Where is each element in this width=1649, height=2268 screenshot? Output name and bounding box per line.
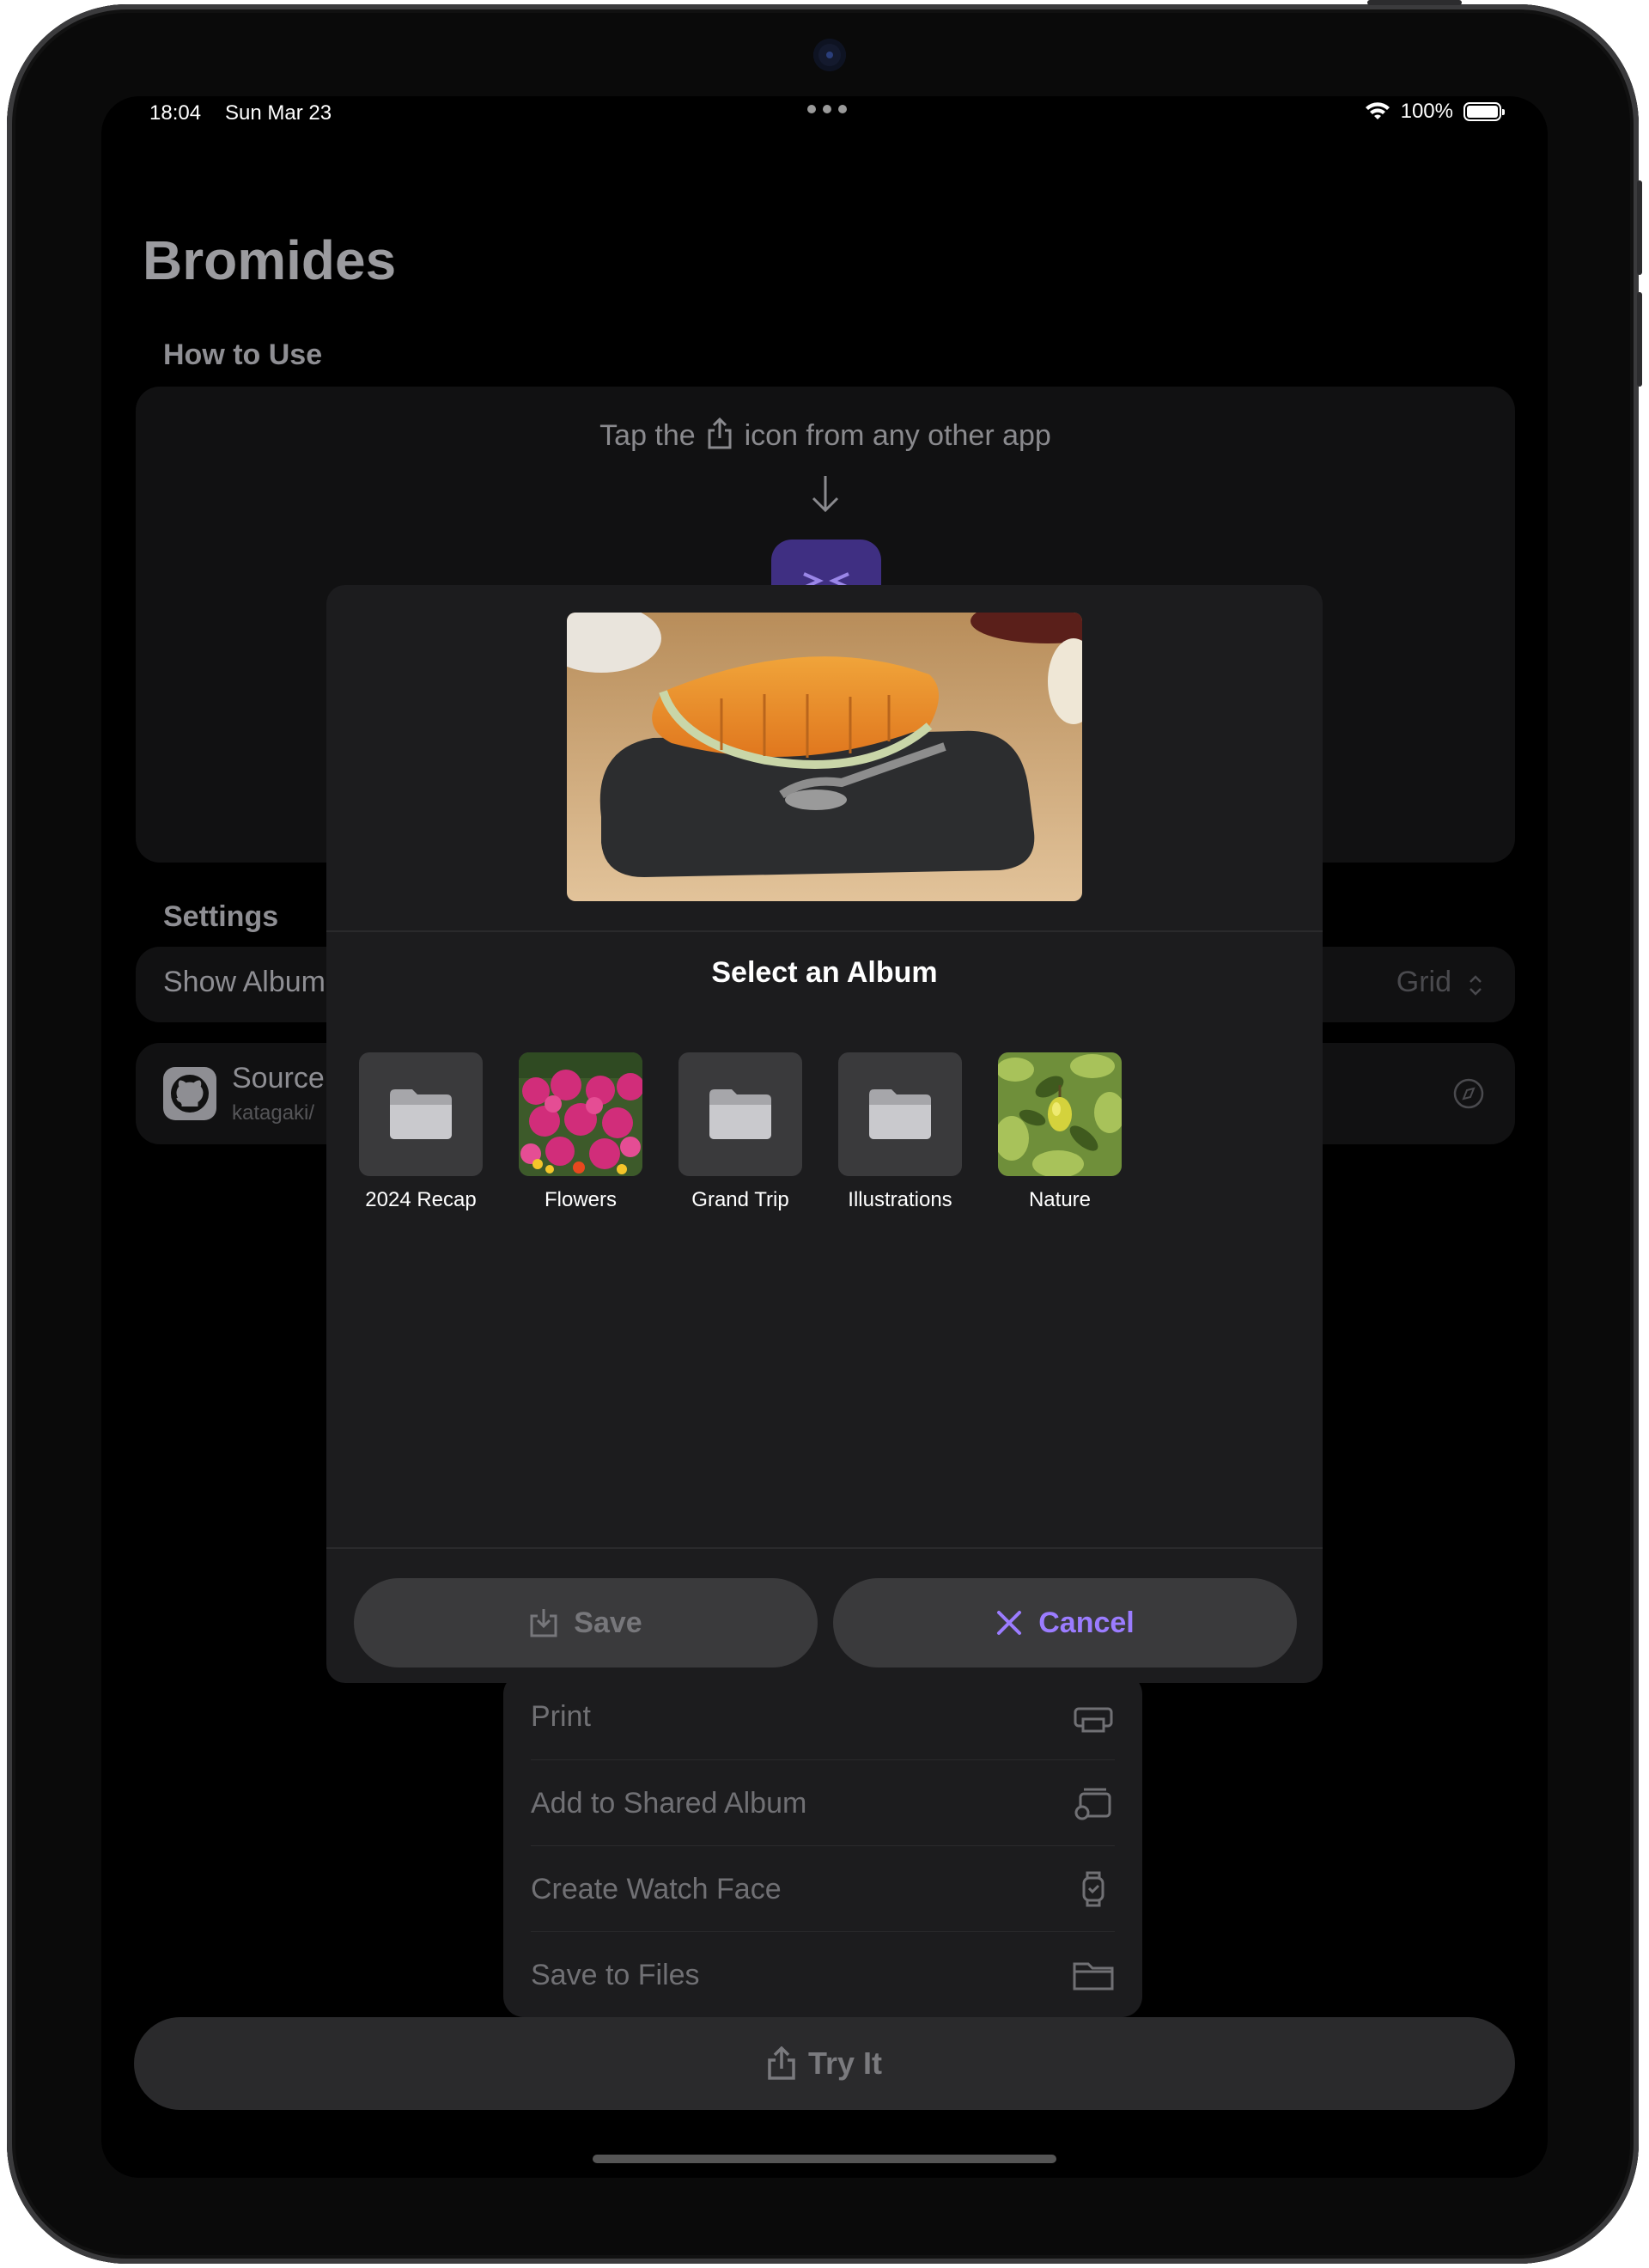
cancel-button[interactable]: Cancel xyxy=(833,1578,1297,1667)
page-title: Bromides xyxy=(143,229,397,291)
instruction-suffix: icon from any other app xyxy=(744,419,1051,452)
album-thumb xyxy=(838,1052,962,1176)
album-grid: 2024 Recap Flowers Grand Trip Illustrati… xyxy=(359,1052,1122,1212)
nature-photo xyxy=(998,1052,1122,1176)
github-icon xyxy=(163,1067,216,1120)
front-camera xyxy=(813,39,846,71)
share-item-add-shared-album[interactable]: Add to Shared Album xyxy=(531,1759,1115,1846)
top-button xyxy=(1367,0,1462,5)
instruction-prefix: Tap the xyxy=(599,419,696,452)
arrow-down-icon xyxy=(812,476,839,513)
show-album-label: Show Album xyxy=(163,966,326,998)
select-album-modal: Select an Album 2024 Recap Flowers Grand… xyxy=(326,585,1323,1683)
save-icon xyxy=(530,1609,557,1637)
settings-heading: Settings xyxy=(163,900,279,933)
album-name: Nature xyxy=(1028,1188,1092,1211)
share-item-print[interactable]: Print xyxy=(531,1674,1115,1759)
album-item-2024-recap[interactable]: 2024 Recap xyxy=(359,1052,483,1212)
folder-icon xyxy=(390,1089,452,1139)
melon-photo xyxy=(567,613,1082,901)
album-name: Grand Trip xyxy=(691,1188,789,1211)
show-album-value: Grid xyxy=(1396,966,1451,998)
share-item-label: Print xyxy=(531,1699,591,1733)
close-icon xyxy=(997,1611,1022,1635)
folder-icon xyxy=(869,1089,931,1139)
album-item-nature[interactable]: Nature xyxy=(998,1052,1122,1212)
album-item-illustrations[interactable]: Illustrations xyxy=(838,1052,962,1212)
photo-preview xyxy=(567,613,1082,901)
album-name: Flowers xyxy=(544,1188,617,1211)
album-item-flowers[interactable]: Flowers xyxy=(519,1052,642,1212)
volume-down-button xyxy=(1637,292,1642,387)
save-label: Save xyxy=(574,1606,642,1639)
album-thumb xyxy=(359,1052,483,1176)
chevron-up-down-icon xyxy=(1469,975,1482,996)
share-item-label: Add to Shared Album xyxy=(531,1786,807,1820)
save-button[interactable]: Save xyxy=(354,1578,818,1667)
source-label: Source xyxy=(232,1062,325,1094)
album-item-grand-trip[interactable]: Grand Trip xyxy=(678,1052,802,1212)
screen: 18:04 Sun Mar 23 100% Bromides How to Us… xyxy=(101,96,1548,2178)
album-thumb xyxy=(998,1052,1122,1176)
try-it-label: Try It xyxy=(807,2045,883,2081)
printer-icon xyxy=(1074,1707,1113,1733)
try-it-button[interactable]: Try It xyxy=(134,2017,1515,2110)
share-item-label: Create Watch Face xyxy=(531,1872,782,1905)
modal-footer-divider xyxy=(326,1547,1323,1549)
folder-icon xyxy=(709,1089,771,1139)
album-name: Illustrations xyxy=(848,1188,952,1211)
modal-divider xyxy=(326,930,1323,932)
compass-icon xyxy=(1453,1078,1484,1109)
share-item-create-watch-face[interactable]: Create Watch Face xyxy=(531,1845,1115,1932)
watch-icon xyxy=(1082,1871,1104,1907)
how-to-use-heading: How to Use xyxy=(163,338,323,371)
home-indicator[interactable] xyxy=(593,2155,1056,2163)
share-sheet-menu: Print Add to Shared Album Create Watch F… xyxy=(503,1674,1142,2017)
volume-up-button xyxy=(1637,180,1642,275)
share-item-label: Save to Files xyxy=(531,1958,700,1991)
cancel-label: Cancel xyxy=(1038,1606,1135,1639)
source-subtitle: katagaki/ xyxy=(232,1101,315,1125)
flowers-photo xyxy=(519,1052,642,1176)
folder-icon xyxy=(1073,1962,1114,1991)
album-thumb xyxy=(678,1052,802,1176)
share-icon xyxy=(768,2046,795,2080)
how-to-instruction: Tap the icon from any other app xyxy=(136,417,1515,453)
modal-title: Select an Album xyxy=(711,956,938,989)
shared-album-icon xyxy=(1074,1788,1111,1820)
album-thumb xyxy=(519,1052,642,1176)
album-name: 2024 Recap xyxy=(365,1188,477,1211)
share-icon xyxy=(708,417,732,449)
